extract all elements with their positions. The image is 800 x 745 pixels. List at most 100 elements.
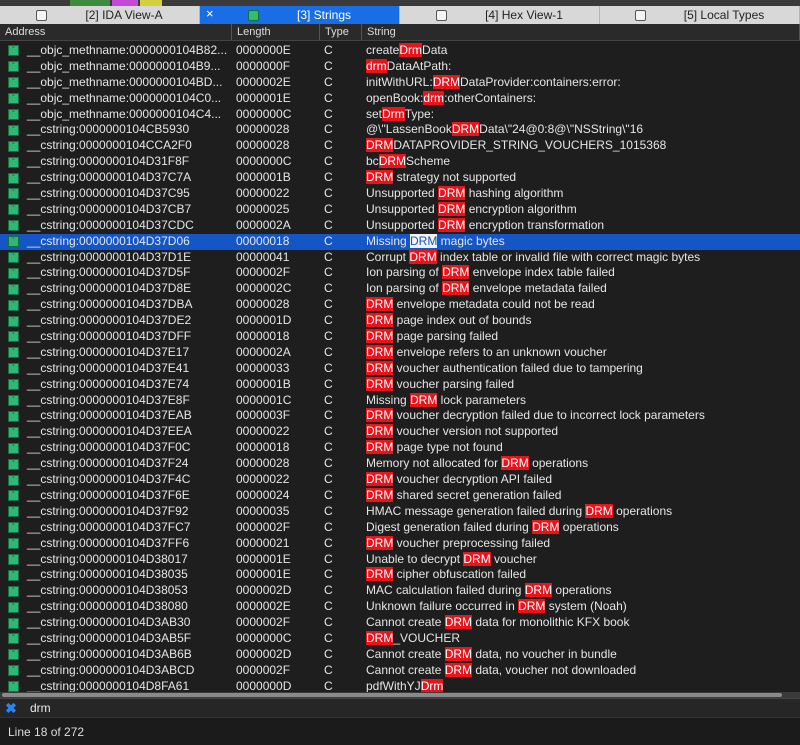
table-row[interactable]: " __cstring:0000000104D3ABCD 0000002F C Cann… xyxy=(0,662,800,679)
address-text: __cstring:0000000104D37D8E xyxy=(27,281,192,296)
cell-type: C xyxy=(324,138,333,153)
tab-1[interactable]: × [3] Strings xyxy=(200,6,400,24)
strings-table: " __objc_methname:0000000104B82... 0000000… xyxy=(0,43,800,693)
table-row[interactable]: " __cstring:0000000104D37F92 00000035 C HMAC… xyxy=(0,503,800,520)
cell-address: " __cstring:0000000104D37F92 xyxy=(0,504,232,520)
tab-2[interactable]: [4] Hex View-1 xyxy=(400,6,600,24)
cell-address: " __cstring:0000000104D37D8E xyxy=(0,281,232,297)
cell-string: Missing DRM magic bytes xyxy=(366,233,505,248)
cell-address: " __cstring:0000000104D38035 xyxy=(0,567,232,583)
search-input[interactable]: drm xyxy=(30,701,51,715)
cell-type: C xyxy=(324,106,333,121)
cell-string: Ion parsing of DRM envelope index table … xyxy=(366,265,615,280)
table-row[interactable]: " __objc_methname:0000000104BD... 0000002E… xyxy=(0,74,800,91)
cell-length: 0000002F xyxy=(236,519,291,534)
table-row[interactable]: " __cstring:0000000104D37C95 00000022 C Unsu… xyxy=(0,186,800,202)
scrollbar-thumb[interactable] xyxy=(2,693,782,697)
cell-string: openBook:drm:otherContainers: xyxy=(366,90,537,105)
match-highlight: DRM xyxy=(366,360,394,375)
close-tab-icon[interactable]: × xyxy=(206,6,214,21)
table-row[interactable]: " __cstring:0000000104D37F6E 00000024 C DRM … xyxy=(0,487,800,504)
table-row[interactable]: " __cstring:0000000104D38017 0000001E C Unab… xyxy=(0,551,800,568)
status-text: Line 18 of 272 xyxy=(8,724,85,739)
table-row[interactable]: " __cstring:0000000104D37D5F 0000002F C Ion … xyxy=(0,265,800,281)
cell-string: DRM voucher preprocessing failed xyxy=(366,535,551,550)
table-row[interactable]: " __cstring:0000000104D37FF6 00000021 C DRM … xyxy=(0,535,800,552)
table-row[interactable]: " __cstring:0000000104D37F24 00000028 C Memo… xyxy=(0,456,800,472)
table-row[interactable]: " __objc_methname:0000000104B9... 0000000F… xyxy=(0,58,800,75)
cell-length: 00000028 xyxy=(236,122,290,137)
column-length[interactable]: Length xyxy=(232,24,320,40)
match-highlight: DRM xyxy=(366,138,394,153)
table-row[interactable]: " __cstring:0000000104D37CB7 00000025 C Unsu… xyxy=(0,201,800,218)
table-row[interactable]: " __cstring:0000000104D37E8F 0000001C C Miss… xyxy=(0,392,800,409)
table-row[interactable]: " __cstring:0000000104D37CDC 0000002A C Unsu… xyxy=(0,217,800,234)
cell-address: " __objc_methname:0000000104C0... xyxy=(0,91,232,107)
cell-address: " __cstring:0000000104D37C95 xyxy=(0,186,232,202)
table-row[interactable]: " __cstring:0000000104D37EEA 00000022 C DRM … xyxy=(0,424,800,440)
table-row[interactable]: " __cstring:0000000104D37D06 00000018 C Miss… xyxy=(0,233,800,250)
match-highlight: DRM xyxy=(410,233,438,248)
cell-type: C xyxy=(324,186,333,201)
cell-type: C xyxy=(324,503,333,518)
match-highlight: DRM xyxy=(463,551,491,566)
cell-length: 0000000C xyxy=(236,630,292,645)
string-icon: " xyxy=(8,569,19,581)
cell-length: 0000002C xyxy=(236,281,292,296)
cell-type: C xyxy=(324,472,333,487)
table-row[interactable]: " __cstring:0000000104D38053 0000002D C MAC … xyxy=(0,583,800,599)
table-row[interactable]: " __cstring:0000000104D38035 0000001E C DRM … xyxy=(0,567,800,583)
cell-string: pdfWithYJDrm xyxy=(366,678,444,693)
table-row[interactable]: " __cstring:0000000104D37C7A 0000001B C DRM … xyxy=(0,170,800,186)
table-row[interactable]: " __objc_methname:0000000104C0... 0000001E… xyxy=(0,90,800,107)
tab-3[interactable]: [5] Local Types xyxy=(600,6,800,24)
table-row[interactable]: " __cstring:0000000104D37E74 0000001B C DRM … xyxy=(0,376,800,393)
cell-length: 0000002E xyxy=(236,599,291,614)
match-highlight: DRM xyxy=(378,154,407,169)
column-header: Address Length Type String xyxy=(0,24,800,41)
tab-0[interactable]: [2] IDA View-A xyxy=(0,6,200,24)
cell-type: C xyxy=(324,122,333,137)
cell-length: 0000002A xyxy=(236,217,291,232)
string-icon: " xyxy=(8,267,19,279)
string-icon: " xyxy=(8,506,19,518)
table-row[interactable]: " __cstring:0000000104D37DFF 00000018 C DRM … xyxy=(0,329,800,345)
close-search-icon[interactable]: ✖ xyxy=(0,700,22,717)
table-row[interactable]: " __cstring:0000000104D3AB30 0000002F C Cann… xyxy=(0,615,800,631)
table-row[interactable]: " __cstring:0000000104D37F0C 00000018 C DRM … xyxy=(0,440,800,456)
table-row[interactable]: " __cstring:0000000104D38080 0000002E C Unkn… xyxy=(0,599,800,615)
table-row[interactable]: " __cstring:0000000104CCA2F0 00000028 C DRMD… xyxy=(0,138,800,154)
table-row[interactable]: " __cstring:0000000104D37DBA 00000028 C DRM … xyxy=(0,297,800,313)
address-text: __cstring:0000000104D37F4C xyxy=(27,472,191,487)
table-row[interactable]: " __cstring:0000000104D37F4C 00000022 C DRM … xyxy=(0,472,800,488)
match-highlight: DRM xyxy=(444,615,473,630)
string-icon: " xyxy=(8,315,19,327)
table-row[interactable]: " __cstring:0000000104D37E41 00000033 C DRM … xyxy=(0,360,800,377)
table-row[interactable]: " __cstring:0000000104CB5930 00000028 C @\"L… xyxy=(0,122,800,138)
table-row[interactable]: " __objc_methname:0000000104C4... 0000000C… xyxy=(0,106,800,123)
column-string[interactable]: String xyxy=(362,24,800,40)
table-row[interactable]: " __cstring:0000000104D37E17 0000002A C DRM … xyxy=(0,344,800,361)
cell-type: C xyxy=(324,58,333,73)
cell-string: bcDRMScheme xyxy=(366,154,451,169)
cell-address: " __cstring:0000000104D38080 xyxy=(0,599,232,615)
table-row[interactable]: " __cstring:0000000104D37D1E 00000041 C Corr… xyxy=(0,249,800,266)
table-row[interactable]: " __cstring:0000000104D31F8F 0000000C CbcDR… xyxy=(0,154,800,170)
cell-string: Unsupported DRM encryption algorithm xyxy=(366,201,577,216)
table-row[interactable]: " __cstring:0000000104D3AB5F 0000000C C DRM_… xyxy=(0,630,800,647)
table-row[interactable]: " __cstring:0000000104D37D8E 0000002C C Ion … xyxy=(0,281,800,297)
table-row[interactable]: " __cstring:0000000104D37EAB 0000003F C DRM … xyxy=(0,408,800,424)
table-row[interactable]: " __objc_methname:0000000104B82... 0000000… xyxy=(0,43,800,59)
table-row[interactable]: " __cstring:0000000104D37DE2 0000001D C DRM … xyxy=(0,313,800,329)
table-row[interactable]: " __cstring:0000000104D3AB6B 0000002D C Cann… xyxy=(0,646,800,663)
string-icon: " xyxy=(8,45,19,57)
cell-string: DRM voucher parsing failed xyxy=(366,376,515,391)
cell-type: C xyxy=(324,313,333,328)
table-row[interactable]: " __cstring:0000000104D8FA61 0000000D CpdfW… xyxy=(0,678,800,693)
table-row[interactable]: " __cstring:0000000104D37FC7 0000002F C Dige… xyxy=(0,519,800,536)
match-highlight: Drm xyxy=(399,43,423,57)
column-type[interactable]: Type xyxy=(320,24,362,40)
match-highlight: Drm xyxy=(420,678,444,693)
address-text: __objc_methname:0000000104B9... xyxy=(27,58,221,73)
column-address[interactable]: Address xyxy=(0,24,232,40)
